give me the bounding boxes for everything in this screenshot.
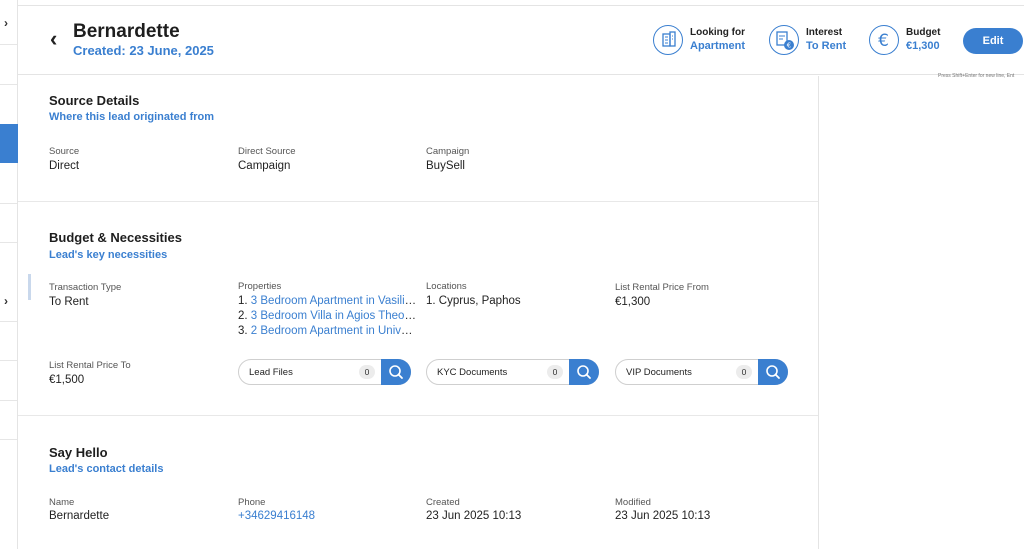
doc-count-badge: 0 [359, 365, 375, 379]
section-divider [18, 415, 818, 416]
svg-text:€: € [787, 42, 791, 50]
section-subtitle: Lead's key necessities [49, 249, 168, 261]
field-value: 1. Cyprus, Paphos [426, 295, 521, 307]
field-label: List Rental Price From [615, 282, 709, 293]
property-number: 1. [238, 295, 248, 307]
lead-created-date: Created: 23 June, 2025 [73, 43, 214, 58]
section-title: Say Hello [49, 445, 108, 460]
property-link[interactable]: 3 Bedroom Villa in Agios Theodoros [251, 310, 418, 322]
lead-details: Source Details Where this lead originate… [18, 76, 819, 549]
doc-label: Lead Files [249, 367, 293, 378]
property-link[interactable]: 2 Bedroom Apartment in Universal [251, 325, 418, 337]
rail-divider [0, 321, 17, 322]
input-hint: Press Shift+Enter for new line, Ent [938, 73, 1015, 79]
property-item: 1. 3 Bedroom Apartment in Vasilikon [238, 295, 418, 307]
search-button[interactable] [758, 359, 788, 385]
section-title: Source Details [49, 93, 140, 108]
field-label: Properties [238, 281, 282, 292]
field-label: Source [49, 146, 80, 157]
svg-text:€: € [878, 31, 889, 51]
lead-header: ‹ Bernardette Created: 23 June, 2025 Loo… [18, 5, 1024, 75]
edit-button[interactable]: Edit [963, 28, 1023, 54]
kpi-interest: € Interest To Rent [769, 25, 869, 59]
search-icon [577, 365, 591, 379]
field-value: Bernardette [49, 510, 110, 522]
field-label: List Rental Price To [49, 360, 131, 371]
rail-divider [0, 203, 17, 204]
expand-chevron-icon[interactable]: › [4, 294, 8, 308]
property-link[interactable]: 3 Bedroom Apartment in Vasilikon [251, 295, 418, 307]
field-value: BuySell [426, 160, 465, 172]
rent-document-icon: € [769, 25, 799, 55]
row-marker [28, 274, 31, 300]
kpi-label: Looking for [690, 27, 745, 38]
kpi-value: €1,300 [906, 40, 940, 52]
field-value: To Rent [49, 296, 89, 308]
field-label: Campaign [426, 146, 470, 157]
kpi-looking-for: Looking for Apartment [653, 25, 763, 59]
property-item: 3. 2 Bedroom Apartment in Universal [238, 325, 418, 337]
search-icon [766, 365, 780, 379]
property-item: 2. 3 Bedroom Villa in Agios Theodoros [238, 310, 418, 322]
field-label: Phone [238, 497, 266, 508]
rail-divider [0, 44, 17, 45]
rail-divider [0, 242, 17, 243]
section-subtitle: Where this lead originated from [49, 111, 215, 123]
kpi-label: Interest [806, 27, 843, 38]
property-number: 2. [238, 310, 248, 322]
back-arrow-icon[interactable]: ‹ [50, 28, 57, 50]
field-value: Campaign [238, 160, 291, 172]
section-title: Budget & Necessities [49, 230, 182, 245]
doc-label: VIP Documents [626, 367, 692, 378]
lead-files-search[interactable]: Lead Files 0 [238, 359, 411, 385]
doc-count-badge: 0 [736, 365, 752, 379]
rail-active-item[interactable] [0, 124, 18, 163]
field-value: Direct [49, 160, 80, 172]
kpi-value: Apartment [690, 40, 746, 52]
euro-icon: € [869, 25, 899, 55]
field-value: €1,300 [615, 296, 651, 308]
field-label: Locations [426, 281, 467, 292]
kpi-budget: € Budget €1,300 [869, 25, 954, 59]
field-value: 23 Jun 2025 10:13 [426, 510, 522, 522]
expand-chevron-icon[interactable]: › [4, 16, 8, 30]
doc-label: KYC Documents [437, 367, 508, 378]
lead-name: Bernardette [73, 21, 180, 42]
section-subtitle: Lead's contact details [49, 463, 164, 475]
rail-divider [0, 84, 17, 85]
search-button[interactable] [569, 359, 599, 385]
field-label: Direct Source [238, 146, 296, 157]
field-label: Created [426, 497, 460, 508]
phone-link[interactable]: +34629416148 [238, 510, 315, 522]
doc-count-badge: 0 [547, 365, 563, 379]
building-icon [653, 25, 683, 55]
field-value: 23 Jun 2025 10:13 [615, 510, 711, 522]
field-label: Name [49, 497, 75, 508]
rail-divider [0, 400, 17, 401]
field-label: Transaction Type [49, 282, 122, 293]
property-number: 3. [238, 325, 248, 337]
section-divider [18, 201, 818, 202]
rail-divider [0, 439, 17, 440]
left-rail: › › [0, 0, 18, 549]
search-icon [389, 365, 403, 379]
field-label: Modified [615, 497, 651, 508]
kpi-value: To Rent [806, 40, 847, 52]
vip-documents-search[interactable]: VIP Documents 0 [615, 359, 788, 385]
kyc-documents-search[interactable]: KYC Documents 0 [426, 359, 599, 385]
search-button[interactable] [381, 359, 411, 385]
field-value: €1,500 [49, 374, 85, 386]
kpi-label: Budget [906, 27, 941, 38]
rail-divider [0, 360, 17, 361]
